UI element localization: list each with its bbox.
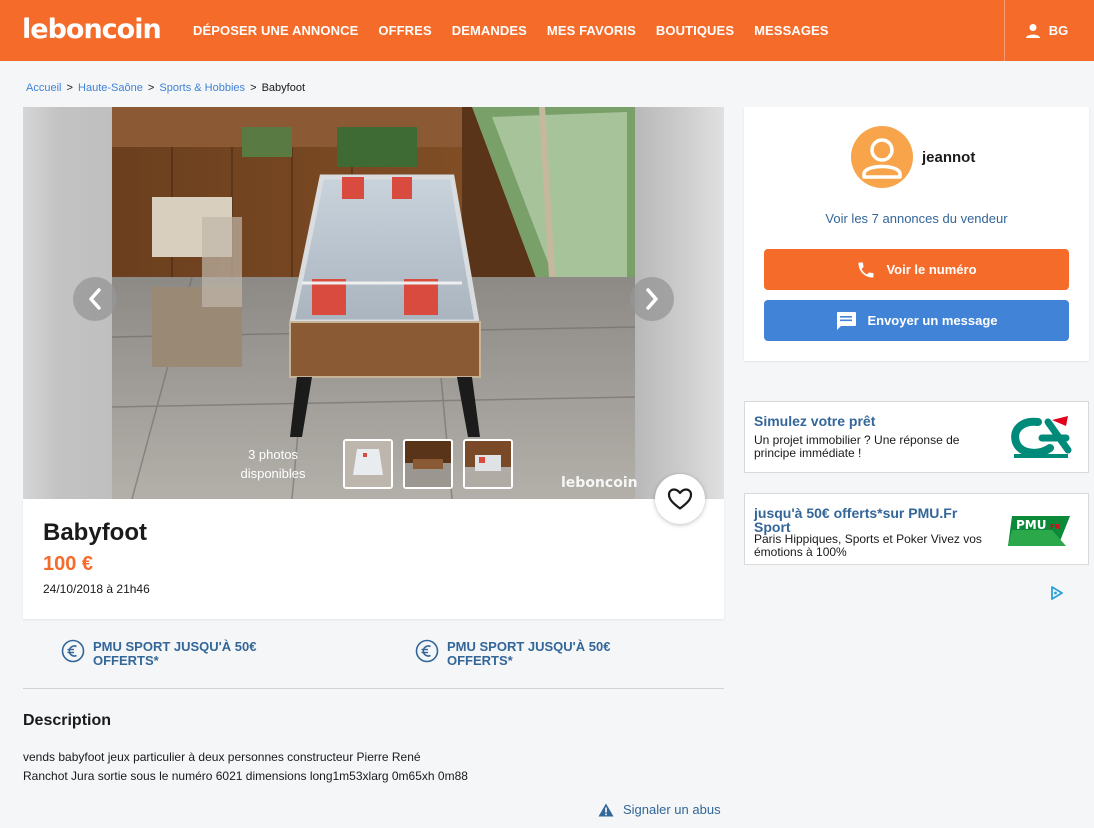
chevron-left-icon [89,288,101,310]
seller-name[interactable]: jeannot [922,149,975,166]
nav-demandes[interactable]: DEMANDES [452,23,527,38]
heart-icon [667,488,693,510]
description-line: Ranchot Jura sortie sous le numéro 6021 … [23,769,468,783]
photo-count-line1: 3 photos [248,447,298,462]
user-avatar-icon [862,138,902,179]
pmu-logo: PMU FR [1008,512,1074,555]
send-message-button[interactable]: Envoyer un message [764,300,1069,341]
gallery-next-button[interactable] [630,277,674,321]
euro-icon [61,639,85,663]
listing-date: 24/10/2018 à 21h46 [43,582,150,596]
description-text: vends babyfoot jeux particulier à deux p… [23,748,543,786]
send-message-label: Envoyer un message [867,313,998,328]
favorite-button[interactable] [655,474,705,524]
ad-body: Un projet immobilier ? Une réponse de pr… [754,433,960,460]
breadcrumb-separator: > [147,82,155,94]
description-heading: Description [23,712,112,729]
nav-boutiques[interactable]: BOUTIQUES [656,23,734,38]
photo-count-line2: disponibles [240,466,306,481]
user-account-button[interactable]: BG [1004,0,1088,61]
breadcrumb-separator: > [66,82,73,94]
svg-text:FR: FR [1050,523,1061,531]
phone-icon [858,262,874,277]
thumbnail-strip [343,439,523,489]
thumbnail[interactable] [343,439,393,489]
user-icon [1025,23,1040,38]
nav-mes-favoris[interactable]: MES FAVORIS [547,23,636,38]
promo-link[interactable]: PMU SPORT JUSQU'À 50€ OFFERTS* [415,639,637,668]
euro-icon [415,639,439,663]
ad-pmu[interactable]: jusqu'à 50€ offerts*sur PMU.Fr Sport Par… [744,493,1089,565]
breadcrumb-current: Babyfoot [261,82,306,94]
promo-link[interactable]: PMU SPORT JUSQU'À 50€ OFFERTS* [61,639,283,668]
ad-title: Simulez votre prêt [754,413,876,429]
description-line: vends babyfoot jeux particulier à deux p… [23,750,421,764]
gallery-prev-button[interactable] [73,277,117,321]
listing-info-card: Babyfoot 100 € 24/10/2018 à 21h46 [23,474,724,619]
message-icon [837,311,857,330]
promo-link-label: PMU SPORT JUSQU'À 50€ OFFERTS* [447,639,611,668]
nav-offres[interactable]: OFFRES [378,23,431,38]
user-initials: BG [1048,23,1069,38]
ad-credit-agricole[interactable]: Simulez votre prêt Un projet immobilier … [744,401,1089,473]
photo-watermark: leboncoin [561,475,638,491]
nav-messages[interactable]: MESSAGES [754,23,828,38]
credit-agricole-logo [1008,414,1074,465]
seller-ads-link[interactable]: Voir les 7 annonces du vendeur [744,211,1089,226]
breadcrumb-separator: > [250,82,257,94]
thumbnail[interactable] [463,439,513,489]
ad-title: jusqu'à 50€ offerts*sur PMU.Fr Sport [754,505,958,535]
thumbnail[interactable] [403,439,453,489]
show-phone-label: Voir le numéro [886,262,977,277]
main-nav: DÉPOSER UNE ANNONCE OFFRES DEMANDES MES … [193,0,849,61]
ad-choices-icon[interactable] [1050,586,1064,605]
photo-count: 3 photos disponibles [233,445,313,483]
seller-avatar[interactable] [851,126,913,188]
ad-body: Paris Hippiques, Sports et Poker Vivez v… [754,532,982,559]
svg-text:PMU: PMU [1016,518,1046,532]
listing-price: 100 € [43,553,94,575]
breadcrumb-haute-saone[interactable]: Haute-Saône [78,82,143,94]
report-abuse-link[interactable]: Signaler un abus [598,802,721,817]
warning-icon [598,803,614,816]
nav-deposer-annonce[interactable]: DÉPOSER UNE ANNONCE [193,23,358,38]
breadcrumb-sports-hobbies[interactable]: Sports & Hobbies [159,82,245,94]
show-phone-button[interactable]: Voir le numéro [764,249,1069,290]
promo-link-label: PMU SPORT JUSQU'À 50€ OFFERTS* [93,639,257,668]
section-divider [23,688,724,689]
photo-gallery: 3 photos disponibles leboncoin [23,107,724,499]
breadcrumb: Accueil > Haute-Saône > Sports & Hobbies… [26,82,305,94]
breadcrumb-accueil[interactable]: Accueil [26,82,61,94]
chevron-right-icon [646,288,658,310]
top-header: leboncoin DÉPOSER UNE ANNONCE OFFRES DEM… [0,0,1094,61]
leboncoin-logo[interactable]: leboncoin [22,14,162,45]
seller-card: jeannot Voir les 7 annonces du vendeur V… [744,107,1089,361]
report-abuse-label: Signaler un abus [623,802,721,817]
listing-title: Babyfoot [43,519,147,546]
